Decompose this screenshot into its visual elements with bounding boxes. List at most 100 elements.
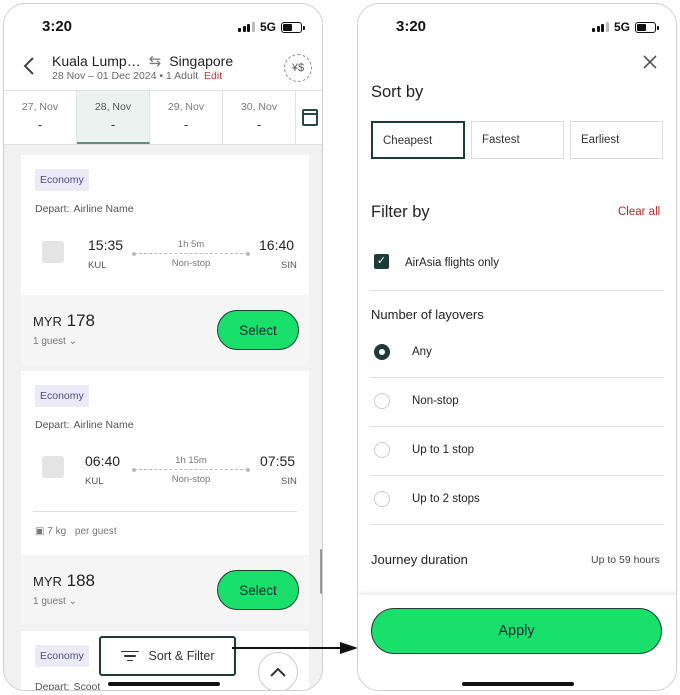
arrival-time: 07:55	[260, 453, 296, 469]
guests-label: 1 guest	[33, 336, 66, 347]
sort-option-earliest[interactable]: Earliest	[570, 121, 663, 159]
depart-label: Depart:	[35, 203, 70, 215]
layover-label-1-stop: Up to 1 stop	[412, 444, 475, 456]
status-bar: 3:20 5G	[4, 4, 322, 48]
layover-label-2-stops: Up to 2 stops	[412, 493, 480, 505]
stops-label: Non-stop	[171, 258, 211, 269]
flight-duration: 1h 5m	[177, 239, 205, 250]
stops-label: Non-stop	[171, 474, 211, 485]
departure-time: 15:35	[88, 237, 124, 253]
currency-exchange-button[interactable]: ¥$	[284, 54, 312, 82]
layover-radio-nonstop[interactable]	[374, 393, 390, 409]
baggage-weight: 7 kg	[47, 526, 67, 537]
date-tab-selected[interactable]: 28, Nov -	[77, 91, 150, 144]
currency-exchange-icon: ¥$	[291, 62, 305, 74]
back-button[interactable]	[22, 56, 42, 80]
date-price: -	[37, 117, 43, 132]
flight-list[interactable]: Economy Depart: Airline Name 15:35 KUL 1h…	[4, 145, 322, 691]
date-label: 30, Nov	[240, 101, 278, 113]
divider	[33, 511, 297, 512]
airline-name: Scoot	[73, 681, 101, 691]
arrival-code: SIN	[281, 476, 297, 487]
airline-name: Airline Name	[73, 203, 134, 215]
scroll-to-top-button[interactable]	[258, 652, 298, 690]
chevron-up-icon	[270, 667, 286, 677]
airline-row: Depart: Airline Name	[35, 203, 295, 215]
swap-arrows-icon: ⇆	[148, 53, 162, 70]
arrival-time: 16:40	[259, 237, 295, 253]
arrival-code: SIN	[281, 260, 297, 271]
divider	[370, 290, 664, 291]
airline-row: Depart: Airline Name	[35, 419, 295, 431]
close-button[interactable]	[643, 50, 657, 74]
flow-arrow	[232, 647, 342, 649]
layover-label-any: Any	[412, 346, 432, 358]
home-indicator	[462, 682, 574, 686]
battery-icon	[635, 21, 659, 33]
sort-filter-button[interactable]: Sort & Filter	[99, 636, 236, 676]
chevron-down-icon: ⌄	[68, 596, 77, 607]
apply-button[interactable]: Apply	[371, 608, 662, 654]
network-label: 5G	[259, 20, 276, 34]
calendar-button[interactable]	[296, 91, 322, 144]
airasia-only-label: AirAsia flights only	[405, 257, 499, 269]
battery-icon	[281, 21, 305, 33]
guests-dropdown[interactable]: 1 guest ⌄	[33, 596, 77, 607]
layovers-title: Number of layovers	[371, 307, 484, 322]
apply-bar: Apply	[358, 595, 676, 690]
date-label: 28, Nov	[94, 101, 132, 113]
clear-all-link[interactable]: Clear all	[618, 206, 660, 218]
status-time: 3:20	[42, 18, 73, 35]
date-label: 29, Nov	[167, 101, 205, 113]
trip-info: 28 Nov – 01 Dec 2024 • 1 Adult Edit	[52, 70, 222, 82]
divider	[370, 524, 664, 525]
sort-filter-label: Sort & Filter	[148, 649, 215, 663]
sort-option-cheapest[interactable]: Cheapest	[371, 121, 465, 159]
departure-code: KUL	[85, 476, 104, 487]
checkmark-icon: ✓	[376, 255, 387, 267]
status-icons: 5G	[592, 20, 659, 34]
network-label: 5G	[613, 20, 630, 34]
flight-card[interactable]: Economy Depart: Airline Name 15:35 KUL 1h…	[21, 155, 309, 365]
sort-by-title: Sort by	[371, 83, 424, 101]
airline-logo	[42, 456, 64, 478]
airline-name: Airline Name	[73, 419, 134, 431]
date-price: -	[256, 117, 262, 132]
trip-dates-travellers: 28 Nov – 01 Dec 2024 • 1 Adult	[52, 70, 199, 82]
select-button[interactable]: Select	[217, 570, 299, 610]
cabin-class-badge: Economy	[35, 385, 89, 407]
date-tab[interactable]: 27, Nov -	[4, 91, 77, 144]
airline-logo	[42, 241, 64, 263]
status-time: 3:20	[396, 18, 427, 35]
price-row: MYR 188 1 guest ⌄ Select	[21, 555, 309, 625]
sort-option-fastest[interactable]: Fastest	[471, 121, 564, 159]
layover-radio-1-stop[interactable]	[374, 442, 390, 458]
layover-radio-2-stops[interactable]	[374, 491, 390, 507]
baggage-note: per guest	[74, 526, 117, 537]
route-line	[132, 467, 250, 472]
airasia-only-checkbox[interactable]: ✓	[374, 254, 389, 269]
depart-label: Depart:	[35, 419, 70, 431]
date-label: 27, Nov	[21, 101, 59, 113]
journey-duration-value: Up to 59 hours	[591, 554, 660, 566]
signal-icon	[592, 22, 609, 32]
layover-radio-any[interactable]	[374, 344, 390, 360]
flight-card[interactable]: Economy Depart: Airline Name 06:40 KUL 1h…	[21, 371, 309, 625]
destination-city: Singapore	[169, 53, 234, 69]
price-value: 188	[66, 571, 95, 590]
date-selector: 27, Nov - 28, Nov - 29, Nov - 30, Nov -	[4, 90, 322, 145]
flow-arrow-head	[340, 642, 358, 654]
price: MYR 178	[33, 311, 95, 331]
scrollbar[interactable]	[320, 549, 322, 594]
departure-code: KUL	[88, 260, 107, 271]
date-tab[interactable]: 30, Nov -	[223, 91, 296, 144]
divider	[370, 377, 664, 378]
guests-dropdown[interactable]: 1 guest ⌄	[33, 336, 77, 347]
edit-link[interactable]: Edit	[204, 70, 222, 82]
select-button[interactable]: Select	[217, 310, 299, 350]
date-tab[interactable]: 29, Nov -	[150, 91, 223, 144]
origin-city: Kuala Lump…	[52, 53, 141, 69]
baggage-info: ▣ 7 kg per guest	[35, 526, 117, 537]
date-price: -	[183, 117, 189, 132]
layover-label-nonstop: Non-stop	[412, 395, 459, 407]
